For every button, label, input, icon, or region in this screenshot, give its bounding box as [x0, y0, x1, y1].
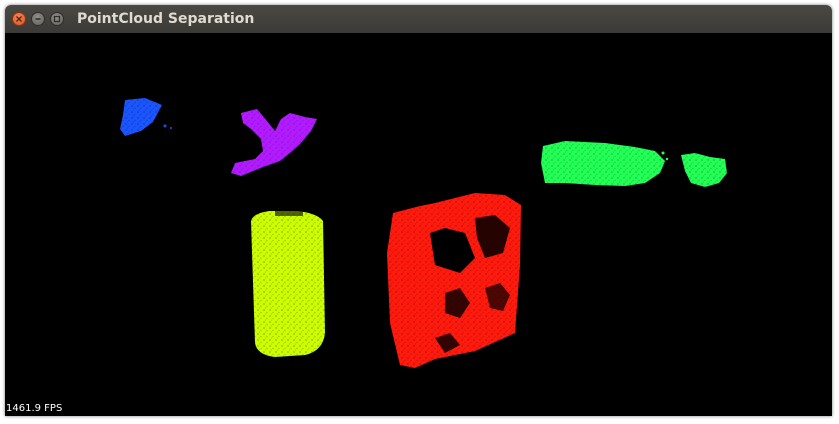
cluster-green-small: [661, 151, 729, 191]
cluster-green: [538, 138, 668, 190]
point-cloud-canvas: [118, 93, 729, 371]
maximize-button[interactable]: [50, 12, 64, 26]
title-bar[interactable]: PointCloud Separation: [5, 5, 832, 33]
close-button[interactable]: [12, 12, 26, 26]
cluster-purple: [227, 105, 322, 180]
maximize-icon: [53, 15, 61, 23]
window-title: PointCloud Separation: [77, 11, 255, 27]
render-viewport[interactable]: 1461.9 FPS: [5, 33, 832, 416]
minimize-button[interactable]: [31, 12, 45, 26]
cluster-blue: [118, 93, 172, 139]
cluster-yellow: [249, 209, 329, 359]
close-icon: [16, 16, 22, 22]
minimize-icon: [35, 18, 41, 20]
cluster-red: [385, 191, 525, 371]
application-window: PointCloud Separation 1461.9 FPS: [5, 5, 832, 416]
fps-counter: 1461.9 FPS: [6, 403, 63, 414]
